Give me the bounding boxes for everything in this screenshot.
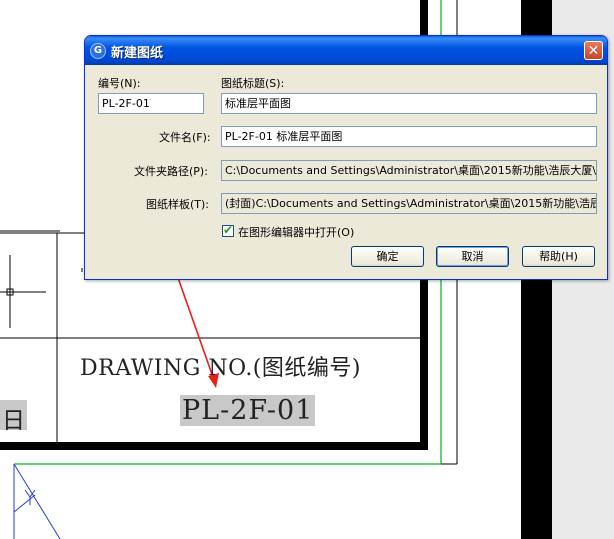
help-button[interactable]: 帮助(H) <box>522 246 595 267</box>
filename-label: 文件名(F): <box>159 131 211 144</box>
close-button[interactable]: ✕ <box>584 41 603 60</box>
template-label: 图纸样板(T): <box>146 198 210 211</box>
folder-path-field[interactable]: C:\Documents and Settings\Administrator\… <box>221 160 597 181</box>
drawing-number-label: DRAWING NO.(图纸编号) <box>80 356 361 381</box>
left-fragment-glyph: 日 <box>2 408 25 434</box>
left-text-fragment: 日 <box>0 400 27 434</box>
open-in-editor-label[interactable]: 在图形编辑器中打开(O) <box>238 224 354 240</box>
drawing-title-label: 图纸标题(S): <box>221 77 285 90</box>
app-icon: G <box>90 43 106 59</box>
dialog-titlebar[interactable]: G 新建图纸 ✕ <box>85 36 607 65</box>
ok-button[interactable]: 确定 <box>351 246 424 267</box>
folder-path-label: 文件夹路径(P): <box>134 165 208 178</box>
open-in-editor-checkbox[interactable]: ✔ <box>222 223 234 237</box>
number-label: 编号(N): <box>98 77 141 90</box>
checkmark-icon: ✔ <box>223 223 234 237</box>
number-input[interactable]: PL-2F-01 <box>98 93 204 114</box>
drawing-title-input[interactable]: 标准层平面图 <box>221 93 597 114</box>
template-field[interactable]: (封面)C:\Documents and Settings\Administra… <box>221 193 597 214</box>
dialog-title: 新建图纸 <box>111 46 164 61</box>
drawing-number-value[interactable]: PL-2F-01 <box>180 395 316 426</box>
new-drawing-dialog: G 新建图纸 ✕ 编号(N): PL-2F-01 图纸标题(S): 标准层平面图… <box>84 35 608 280</box>
cancel-button[interactable]: 取消 <box>436 246 509 267</box>
filename-input[interactable]: PL-2F-01 标准层平面图 <box>221 126 597 147</box>
